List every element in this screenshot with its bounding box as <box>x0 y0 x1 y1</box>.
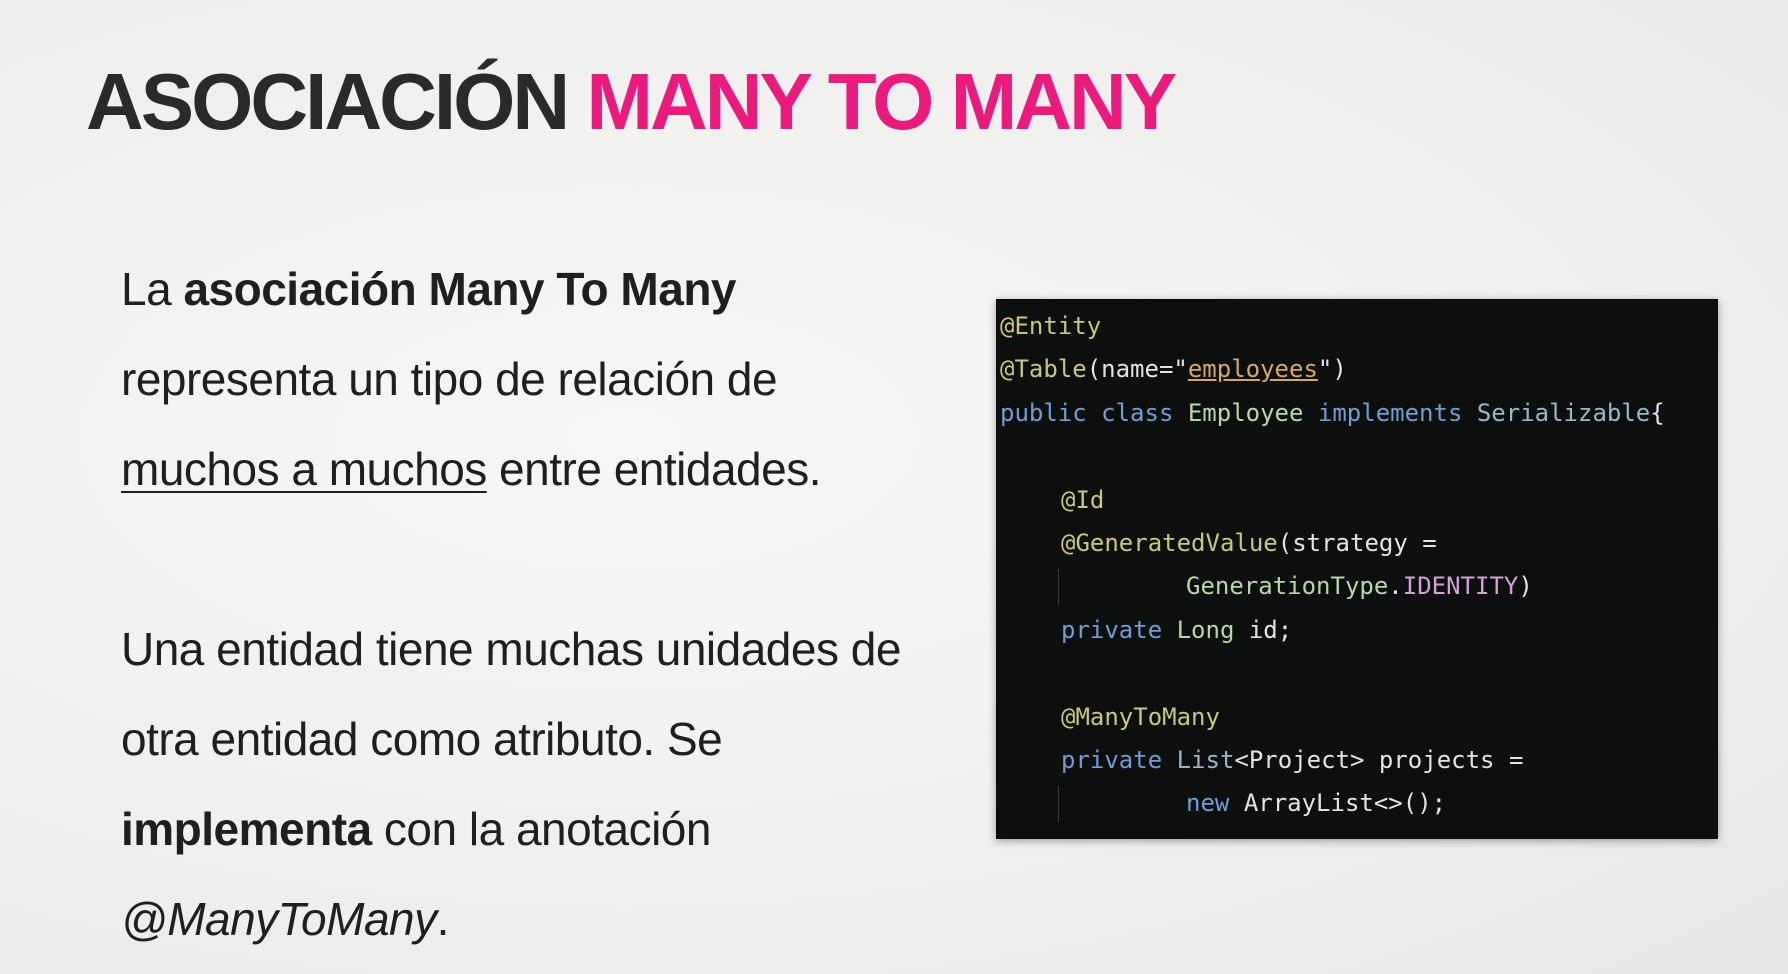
code-line: @Table(name="employees") <box>1000 355 1347 384</box>
title-part-accent: MANY TO MANY <box>586 57 1177 146</box>
code-line: @Id <box>1061 485 1105 514</box>
paragraph-implementation: Una entidad tiene muchas unidades de otr… <box>121 604 921 964</box>
text-segment: Una entidad tiene muchas unidades de otr… <box>121 623 901 765</box>
code-line: @Entity <box>1000 312 1102 340</box>
code-line: @ManyToMany <box>1061 702 1220 731</box>
slide-title: ASOCIACIÓN MANY TO MANY <box>86 62 1177 142</box>
code-line: new ArrayList<>(); <box>996 782 1718 825</box>
text-segment: representa un tipo de relación de <box>121 353 778 405</box>
paragraph-definition: La asociación Many To Many representa un… <box>121 244 921 514</box>
text-segment: . <box>436 893 450 945</box>
bold-term: implementa <box>121 803 372 855</box>
title-part-dark: ASOCIACIÓN <box>86 57 570 146</box>
text-segment: La <box>121 263 184 315</box>
indent-guide <box>1058 786 1059 822</box>
indent-guide <box>1058 569 1059 605</box>
slide-text: La asociación Many To Many representa un… <box>121 244 921 964</box>
code-line: private Long id; <box>1061 615 1293 644</box>
code-line: GenerationType.IDENTITY) <box>996 565 1718 608</box>
code-line: private List<Project> projects = <box>1061 745 1524 774</box>
code-snippet: @Entity @Table(name="employees") public … <box>996 299 1718 839</box>
underlined-term: muchos a muchos <box>121 443 487 495</box>
italic-annotation: @ManyToMany <box>121 893 437 945</box>
code-line: public class Employee implements Seriali… <box>1000 398 1665 427</box>
bold-term: asociación Many To Many <box>183 263 737 315</box>
code-line: @GeneratedValue(strategy = <box>1061 528 1437 557</box>
text-segment: con la anotación <box>371 803 712 855</box>
text-segment: entre entidades. <box>486 443 821 495</box>
